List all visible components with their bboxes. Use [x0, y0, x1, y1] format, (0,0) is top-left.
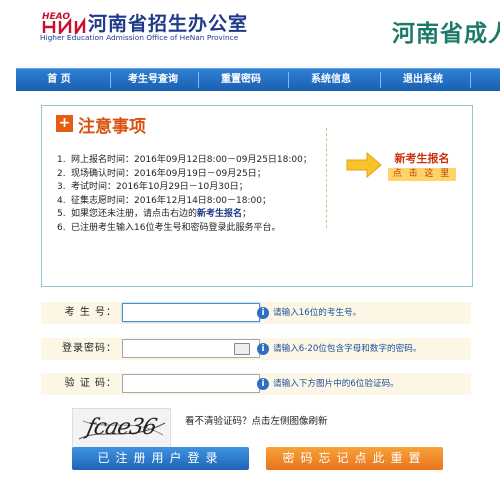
captcha-image[interactable]: fcae36: [72, 408, 171, 448]
click-here-label: 点 击 这 里: [388, 168, 456, 181]
org-name-cn: 河南省招生办公室: [88, 13, 249, 35]
reset-password-button[interactable]: 密码忘记点此重置: [266, 447, 443, 470]
info-icon: i: [257, 378, 269, 390]
new-register-link[interactable]: 新考生报名: [197, 209, 242, 219]
captcha-text: fcae36: [84, 415, 159, 440]
captcha-input[interactable]: [122, 374, 260, 393]
exam-number-input[interactable]: [122, 303, 260, 322]
password-hint: 请输入6-20位包含字母和数字的密码。: [273, 344, 422, 354]
org-name-en: Higher Education Admission Office of HeN…: [40, 33, 239, 42]
notice-list: 1. 网上报名时间：2016年09月12日8:00－09月25日18:00； 2.…: [57, 154, 342, 235]
notice-title: 注意事项: [78, 117, 146, 137]
notice-panel: + 注意事项 1. 网上报名时间：2016年09月12日8:00－09月25日18…: [41, 105, 473, 287]
arrow-right-icon: [346, 151, 382, 179]
keyboard-icon[interactable]: [234, 343, 250, 355]
exam-number-row: 考 生 号： i 请输入16位的考生号。: [41, 302, 471, 324]
list-item: 2. 现场确认时间：2016年09月19日－09月25日；: [57, 168, 266, 179]
list-item: 5. 如果您还未注册，请点击右边的新考生报名；: [57, 209, 252, 219]
nav-system-info[interactable]: 系统信息: [288, 69, 374, 91]
main-nav: 首 页 考生号查询 重置密码 系统信息 退出系统: [16, 68, 500, 91]
list-item: 1. 网上报名时间：2016年09月12日8:00－09月25日18:00；: [57, 155, 312, 165]
nav-logout[interactable]: 退出系统: [380, 69, 466, 91]
exam-number-hint: 请输入16位的考生号。: [273, 308, 362, 318]
list-item: 6. 已注册考生输入16位考生号和密码登录此服务平台。: [57, 222, 281, 233]
captcha-label: 验 证 码：: [64, 378, 117, 389]
captcha-refresh-hint: 看不清验证码？点击左侧图像刷新: [185, 416, 328, 427]
info-icon: i: [257, 343, 269, 355]
captcha-hint: 请输入下方图片中的6位验证码。: [273, 379, 399, 389]
heao-logo-icon: HEAO: [42, 12, 86, 34]
captcha-row: 验 证 码： i 请输入下方图片中的6位验证码。: [41, 373, 471, 395]
list-item: 3. 考试时间：2016年10月29日－10月30日；: [57, 182, 248, 192]
divider: [326, 128, 327, 228]
login-button[interactable]: 已注册用户登录: [72, 447, 249, 470]
banner-title: 河南省成人: [392, 21, 500, 47]
exam-number-label: 考 生 号：: [64, 307, 117, 318]
svg-text:HEAO: HEAO: [42, 12, 70, 22]
nav-exam-number-query[interactable]: 考生号查询: [110, 69, 196, 91]
new-register-button[interactable]: 新考生报名 点 击 这 里: [388, 150, 456, 181]
list-item: 4. 征集志愿时间：2016年12月14日8:00－18:00；: [57, 195, 271, 206]
password-label: 登录密码：: [62, 343, 117, 354]
new-register-title: 新考生报名: [394, 152, 450, 165]
site-header: HEAO 河南省招生办公室 Higher Education Admission…: [0, 0, 500, 64]
nav-home[interactable]: 首 页: [16, 69, 102, 91]
info-icon: i: [257, 307, 269, 319]
nav-divider: [470, 72, 471, 88]
nav-reset-password[interactable]: 重置密码: [198, 69, 284, 91]
plus-icon: +: [56, 115, 73, 132]
password-row: 登录密码： i 请输入6-20位包含字母和数字的密码。: [41, 338, 471, 360]
